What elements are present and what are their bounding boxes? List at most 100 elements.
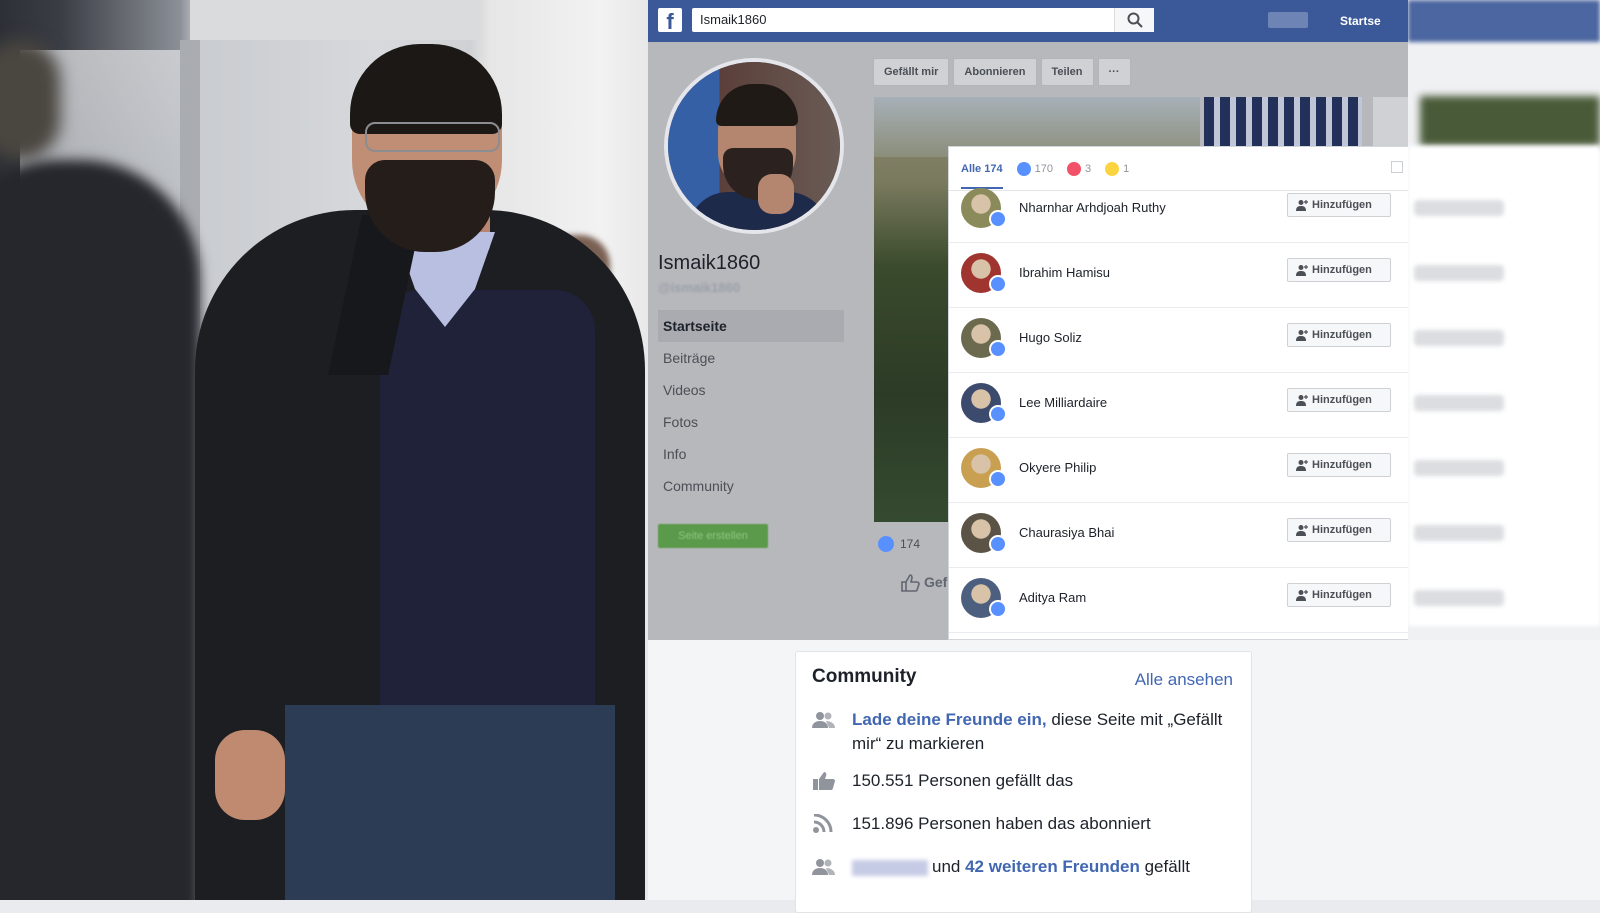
add-friend-button[interactable]: Hinzufügen [1287,258,1391,282]
more-options-button[interactable]: ··· [1097,58,1131,86]
add-friend-icon [1296,590,1308,601]
add-friend-label: Hinzufügen [1312,459,1372,471]
user-profile-link[interactable] [1268,12,1308,28]
like-post-label: Gef [924,574,948,590]
invite-friends-link[interactable]: Lade deine Freunde ein, [852,710,1047,729]
add-friend-label: Hinzufügen [1312,524,1372,536]
friends-icon [812,712,835,728]
like-reaction-icon [1016,161,1031,176]
nav-item-info[interactable]: Info [658,438,844,470]
reaction-list-item: Hugo Soliz Hinzufügen [949,308,1408,373]
likes-count-text: 150.551 Personen gefällt das [852,771,1074,790]
wow-reaction-icon [1105,161,1120,176]
friends-like-pre: und [932,857,966,876]
add-friend-icon [1296,525,1308,536]
nav-item-community[interactable]: Community [658,470,844,502]
reaction-summary[interactable]: 174 [878,536,920,552]
home-link[interactable]: Startse [1340,14,1381,28]
photo-ceiling [190,0,480,40]
love-reaction-icon [1066,161,1081,176]
page-handle: @ismaik1860 [658,280,741,295]
user-name-link[interactable]: Lee Milliardaire [1019,395,1107,410]
more-friends-link[interactable]: 42 weiteren Freunden [965,857,1140,876]
fb-top-bar: f Ismaik1860 Startse [648,0,1408,42]
photo-blurred-person [0,160,200,900]
page-action-bar: Gefällt mir Abonnieren Teilen ··· [873,58,1135,86]
add-friend-button[interactable]: Hinzufügen [1287,583,1391,607]
nav-item-beitraege[interactable]: Beiträge [658,342,844,374]
tab-love-reactions[interactable]: 3 [1066,161,1092,176]
user-name-link[interactable]: Nharnhar Arhdjoah Ruthy [1019,200,1166,215]
friends-like-post: gefällt [1139,857,1190,876]
add-friend-icon [1296,395,1308,406]
nav-item-videos[interactable]: Videos [658,374,844,406]
add-friend-label: Hinzufügen [1312,589,1372,601]
add-friend-icon [1296,200,1308,211]
nav-item-fotos[interactable]: Fotos [658,406,844,438]
like-post-button[interactable]: Gef [900,574,948,593]
like-reaction-icon [989,210,1007,228]
reactions-dialog: Alle 174 170 3 1 Nharnhar Arhdjoah Ruthy… [948,146,1408,640]
search-button[interactable] [1114,8,1154,32]
add-friend-icon [1296,265,1308,276]
friends-icon [812,859,835,875]
reaction-list-item: Lee Milliardaire Hinzufügen [949,373,1408,438]
close-icon[interactable] [1391,161,1403,173]
like-reaction-icon [989,535,1007,553]
reaction-list-item: Okyere Philip Hinzufügen [949,438,1408,503]
user-name-link[interactable]: Chaurasiya Bhai [1019,525,1114,540]
facebook-page-screenshot: f Ismaik1860 Startse Ismaik1860 @ismaik1… [648,0,1408,640]
wow-reaction-count: 1 [1123,162,1130,175]
follow-button[interactable]: Abonnieren [953,58,1037,86]
community-card: Community Alle ansehen Lade deine Freund… [795,651,1252,913]
tab-wow-reactions[interactable]: 1 [1105,161,1130,176]
reaction-count: 174 [900,537,921,551]
page-title: Ismaik1860 [658,252,761,274]
like-reaction-icon [989,340,1007,358]
add-friend-button[interactable]: Hinzufügen [1287,323,1391,347]
nav-item-startseite[interactable]: Startseite [658,310,844,342]
news-photo [0,0,648,900]
add-friend-button[interactable]: Hinzufügen [1287,193,1391,217]
page-nav: Startseite Beiträge Videos Fotos Info Co… [658,310,844,502]
user-name-link[interactable]: Hugo Soliz [1019,330,1082,345]
add-friend-icon [1296,460,1308,471]
user-name-link[interactable]: Okyere Philip [1019,460,1096,475]
user-name-link[interactable]: Aditya Ram [1019,590,1086,605]
reaction-list-item: Aditya Ram Hinzufügen [949,568,1408,633]
create-page-button[interactable]: Seite erstellen [658,524,768,548]
like-reaction-icon [878,536,894,552]
followers-count-text: 151.896 Personen haben das abonniert [852,814,1151,833]
search-icon [1127,12,1143,28]
user-name-link[interactable]: Ibrahim Hamisu [1019,265,1110,280]
reaction-list-item: Nharnhar Arhdjoah Ruthy Hinzufügen [949,178,1408,243]
reaction-list-item: Chaurasiya Bhai Hinzufügen [949,503,1408,568]
like-reaction-icon [989,405,1007,423]
add-friend-label: Hinzufügen [1312,329,1372,341]
add-friend-button[interactable]: Hinzufügen [1287,453,1391,477]
like-reaction-icon [989,600,1007,618]
thumbs-up-icon [813,772,835,790]
community-title: Community [812,666,917,687]
like-reaction-count: 170 [1034,162,1053,175]
rss-icon [813,814,833,833]
like-page-button[interactable]: Gefällt mir [873,58,950,86]
facebook-logo-icon[interactable]: f [658,8,682,34]
add-friend-button[interactable]: Hinzufügen [1287,518,1391,542]
reaction-list-item: Ibrahim Hamisu Hinzufügen [949,243,1408,308]
see-all-link[interactable]: Alle ansehen [1135,670,1233,690]
love-reaction-count: 3 [1084,162,1092,175]
add-friend-label: Hinzufügen [1312,264,1372,276]
page-profile-picture[interactable] [664,58,844,234]
blurred-friend-names [852,859,928,876]
share-button[interactable]: Teilen [1040,58,1094,86]
like-reaction-icon [989,275,1007,293]
add-friend-icon [1296,330,1308,341]
thumbs-up-icon [901,574,920,593]
tab-like-reactions[interactable]: 170 [1016,161,1053,176]
search-input[interactable]: Ismaik1860 [692,8,1154,32]
photo-blurred-head [0,40,60,160]
like-reaction-icon [989,470,1007,488]
add-friend-button[interactable]: Hinzufügen [1287,388,1391,412]
add-friend-label: Hinzufügen [1312,394,1372,406]
